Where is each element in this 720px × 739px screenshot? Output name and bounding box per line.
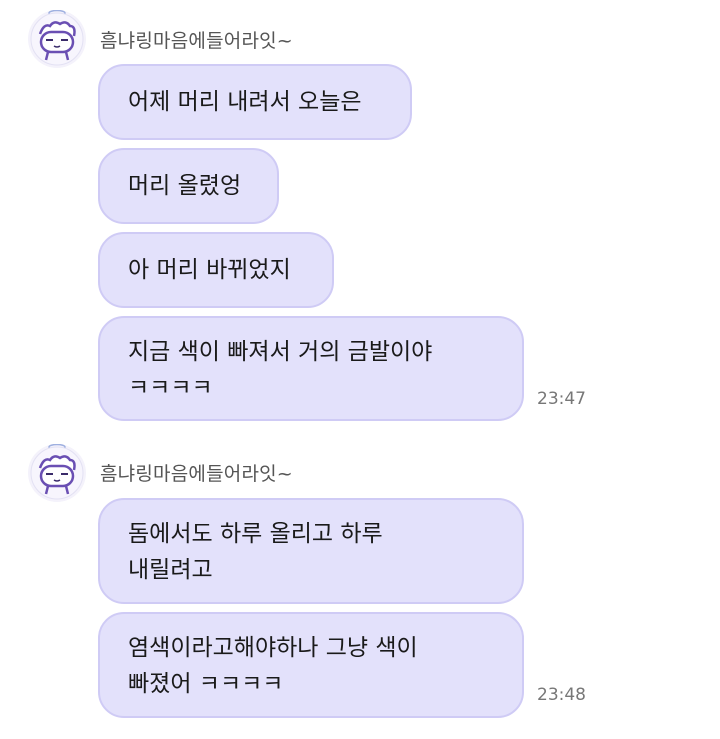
avatar[interactable] — [28, 10, 86, 68]
message-text: 염색이라고해야하나 그냥 색이 빠졌어 ㅋㅋㅋㅋ — [128, 635, 418, 697]
message-bubble[interactable]: 머리 올렸엉 — [98, 148, 279, 224]
cartoon-cat-avatar-icon — [30, 444, 84, 500]
chat-view: 흠냐링마음에들어라잇~ 어제 머리 내려서 오늘은 머리 올렸엉 아 머리 바뀌… — [0, 0, 720, 739]
message-bubble[interactable]: 지금 색이 빠져서 거의 금발이야 ㅋㅋㅋㅋ — [98, 316, 524, 421]
message-timestamp: 23:47 — [537, 389, 586, 409]
avatar[interactable] — [28, 444, 86, 502]
message-bubble[interactable]: 아 머리 바뀌었지 — [98, 232, 334, 308]
cartoon-cat-avatar-icon — [30, 10, 84, 66]
message-text: 지금 색이 빠져서 거의 금발이야 ㅋㅋㅋㅋ — [128, 339, 433, 401]
message-text: 머리 올렸엉 — [128, 173, 242, 199]
message-timestamp: 23:48 — [537, 685, 586, 705]
message-text: 어제 머리 내려서 오늘은 — [128, 89, 362, 115]
sender-name: 흠냐링마음에들어라잇~ — [100, 463, 293, 485]
message-text: 돔에서도 하루 올리고 하루 내릴려고 — [128, 521, 383, 583]
message-bubble[interactable]: 염색이라고해야하나 그냥 색이 빠졌어 ㅋㅋㅋㅋ — [98, 612, 524, 718]
sender-name: 흠냐링마음에들어라잇~ — [100, 30, 293, 52]
message-text: 아 머리 바뀌었지 — [128, 257, 291, 283]
message-bubble[interactable]: 어제 머리 내려서 오늘은 — [98, 64, 412, 140]
message-bubble[interactable]: 돔에서도 하루 올리고 하루 내릴려고 — [98, 498, 524, 604]
